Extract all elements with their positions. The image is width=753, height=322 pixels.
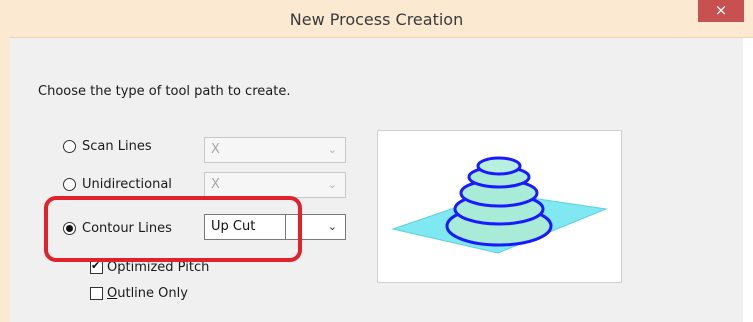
combo-value: X (211, 177, 220, 192)
radio-scan-lines[interactable]: Scan Lines (63, 137, 152, 155)
instruction-text: Choose the type of tool path to create. (38, 84, 291, 99)
checkbox[interactable] (90, 286, 103, 300)
toolpath-preview (377, 130, 622, 283)
close-button[interactable]: × (698, 0, 744, 22)
window-frame-left (0, 37, 10, 322)
chevron-down-icon: ⌄ (327, 220, 337, 233)
checkbox-label: Outline Only (107, 286, 188, 301)
unidirectional-combo: X ⌄ (204, 172, 346, 198)
chevron-down-icon: ⌄ (327, 178, 337, 191)
checkbox[interactable] (90, 259, 103, 274)
scan-direction-combo: X ⌄ (204, 137, 346, 163)
label-rest: utline Only (117, 285, 188, 301)
highlight-annotation (44, 196, 302, 262)
close-icon: × (714, 1, 728, 19)
window-title: New Process Creation (289, 10, 464, 29)
radio-label: Scan Lines (82, 138, 152, 154)
radio-button[interactable] (63, 139, 76, 153)
radio-unidirectional[interactable]: Unidirectional (63, 175, 172, 193)
radio-button[interactable] (63, 177, 76, 191)
chevron-down-icon: ⌄ (327, 143, 337, 156)
checkbox-outline-only[interactable]: Outline Only (90, 284, 188, 302)
radio-label: Unidirectional (82, 176, 172, 192)
title-bar: New Process Creation × (0, 0, 753, 38)
combo-value: X (211, 142, 220, 157)
accelerator-key: O (107, 285, 118, 301)
contour-lines-toolpath-preview-icon (391, 156, 608, 254)
